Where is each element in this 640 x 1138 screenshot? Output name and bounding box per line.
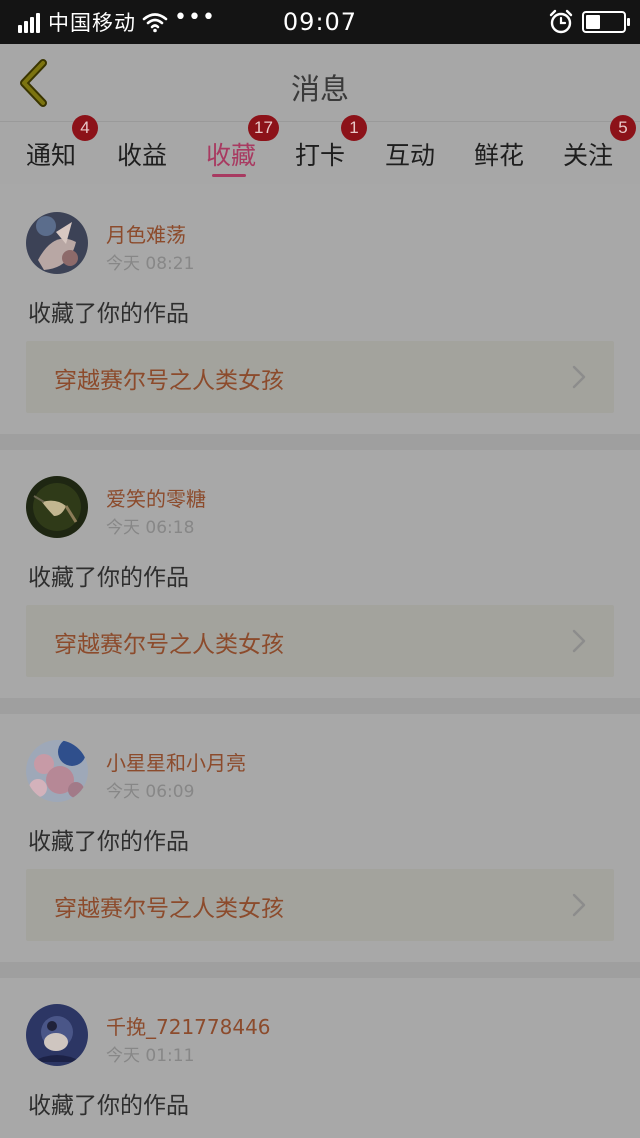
timestamp: 今天 01:11 xyxy=(106,1046,195,1066)
user-name[interactable]: 小星星和小月亮 xyxy=(106,747,246,776)
action-text: 收藏了你的作品 xyxy=(28,301,189,327)
avatar[interactable] xyxy=(26,740,88,802)
header-bar: 消息 xyxy=(0,44,640,122)
timestamp: 今天 06:09 xyxy=(106,782,195,802)
user-name[interactable]: 千挽_721778446 xyxy=(106,1011,271,1040)
divider xyxy=(0,434,640,450)
list-item: 月色难荡 今天 08:21 收藏了你的作品 穿越赛尔号之人类女孩 xyxy=(0,186,640,434)
avatar[interactable] xyxy=(26,476,88,538)
timestamp: 今天 08:21 xyxy=(106,254,195,274)
alarm-icon xyxy=(549,9,573,34)
tab-follow[interactable]: 关注 xyxy=(563,136,613,172)
favorites-badge: 17 xyxy=(248,115,279,141)
tab-favorites[interactable]: 收藏 xyxy=(206,136,256,172)
chevron-right-icon xyxy=(572,893,586,917)
battery-icon xyxy=(582,11,630,33)
avatar[interactable] xyxy=(26,212,88,274)
list-item: 爱笑的零糖 今天 06:18 收藏了你的作品 穿越赛尔号之人类女孩 xyxy=(0,450,640,698)
list-item: 千挽_721778446 今天 01:11 收藏了你的作品 xyxy=(0,978,640,1138)
work-title: 穿越赛尔号之人类女孩 xyxy=(54,632,284,658)
tab-earnings[interactable]: 收益 xyxy=(117,136,167,172)
action-text: 收藏了你的作品 xyxy=(28,829,189,855)
timestamp: 今天 06:18 xyxy=(106,518,195,538)
work-title: 穿越赛尔号之人类女孩 xyxy=(54,896,284,922)
status-bar: 中国移动 ••• 09:07 xyxy=(0,0,640,44)
user-name[interactable]: 月色难荡 xyxy=(106,219,186,248)
list-item: 小星星和小月亮 今天 06:09 收藏了你的作品 穿越赛尔号之人类女孩 xyxy=(0,714,640,962)
chevron-right-icon xyxy=(572,365,586,389)
follow-badge: 5 xyxy=(610,115,636,141)
tab-checkin[interactable]: 打卡 xyxy=(295,136,345,172)
checkin-badge: 1 xyxy=(341,115,367,141)
notice-badge: 4 xyxy=(72,115,98,141)
work-link[interactable]: 穿越赛尔号之人类女孩 xyxy=(26,605,614,677)
tab-interaction[interactable]: 互动 xyxy=(385,136,435,172)
action-text: 收藏了你的作品 xyxy=(28,1093,189,1119)
divider xyxy=(0,962,640,978)
tab-bar: 通知 收益 收藏 打卡 互动 鲜花 关注 4 17 1 5 xyxy=(0,115,640,184)
action-text: 收藏了你的作品 xyxy=(28,565,189,591)
work-title: 穿越赛尔号之人类女孩 xyxy=(54,368,284,394)
page-title: 消息 xyxy=(290,72,349,106)
work-link[interactable]: 穿越赛尔号之人类女孩 xyxy=(26,869,614,941)
avatar[interactable] xyxy=(26,1004,88,1066)
chevron-right-icon xyxy=(572,629,586,653)
work-link[interactable]: 穿越赛尔号之人类女孩 xyxy=(26,341,614,413)
active-tab-indicator xyxy=(212,174,246,177)
user-name[interactable]: 爱笑的零糖 xyxy=(106,483,206,512)
tab-flowers[interactable]: 鲜花 xyxy=(474,136,524,172)
status-time: 09:07 xyxy=(282,8,358,36)
tab-notice[interactable]: 通知 xyxy=(26,136,76,172)
divider xyxy=(0,698,640,714)
